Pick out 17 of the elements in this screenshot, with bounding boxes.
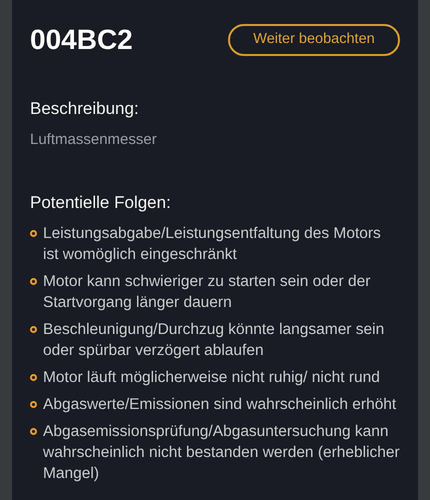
section-heading: Potentielle Folgen: [30, 192, 172, 214]
consequence-text: Abgasemissionsprüfung/Abgasuntersuchung kann wahrscheinlich nicht bestanden werden (erheblicher Mangel) [43, 422, 400, 484]
bullet-icon [30, 230, 37, 238]
description-text: Luftmassenmesser [30, 130, 158, 150]
consequence-text: Leistungsabgabe/Leistungsentfaltung des Motors ist womöglich eingeschränkt [43, 224, 382, 266]
bullet-icon [30, 428, 37, 436]
fault-code: 004BC2 [30, 26, 133, 54]
watch-button[interactable]: Weiter beobachten [228, 24, 400, 56]
consequence-text: Motor kann schwieriger zu starten sein oder der Startvorgang länger dauern [43, 272, 372, 314]
consequence-text: Abgaswerte/Emissionen sind wahrscheinlich erhöht [43, 395, 396, 416]
bullet-icon [30, 374, 37, 382]
bullet-icon [30, 326, 37, 334]
consequence-text: Motor läuft möglicherweise nicht ruhig/ nicht rund [43, 368, 380, 388]
bullet-icon [30, 401, 37, 408]
consequence-text: Beschleunigung/Durchzug könnte langsamer sein oder spürbar verzögert ablaufen [43, 320, 386, 362]
section-heading: Beschreibung: [30, 98, 140, 120]
bullet-icon [30, 278, 37, 286]
